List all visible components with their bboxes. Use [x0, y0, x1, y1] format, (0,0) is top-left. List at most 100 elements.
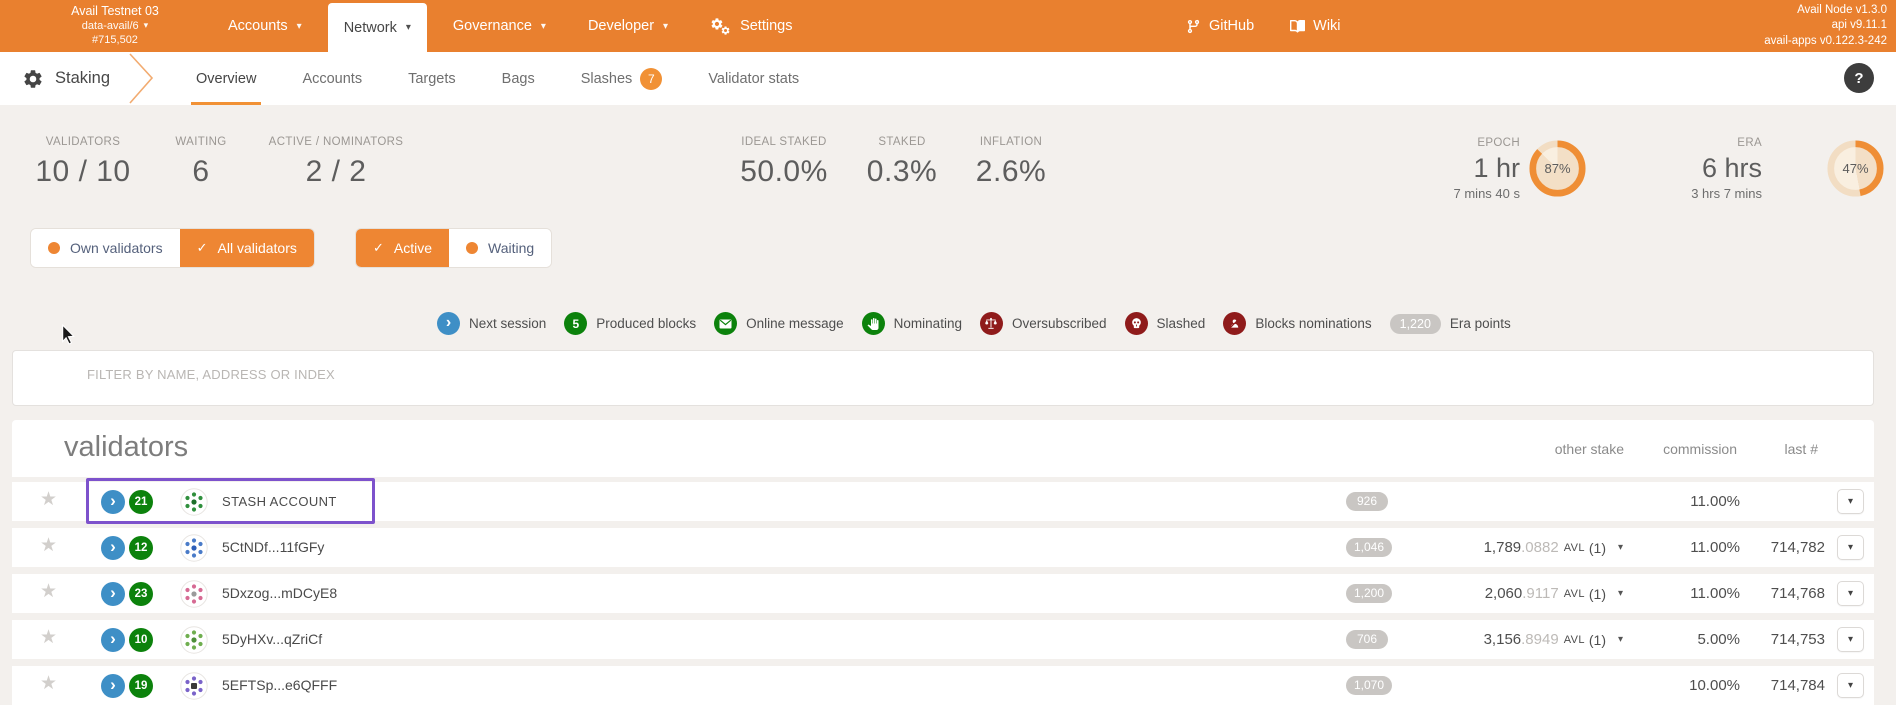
tab-slashes[interactable]: Slashes 7 [581, 52, 663, 105]
best-block-number: #715,502 [50, 33, 180, 47]
wiki-link[interactable]: Wiki [1290, 0, 1340, 52]
filter-input[interactable] [87, 361, 1787, 387]
expand-sessions-icon[interactable]: › [101, 490, 125, 514]
other-stake-value: 2,060.9117AVL(1)▾ [1485, 574, 1628, 613]
stake-expand-icon[interactable]: ▾ [1618, 542, 1628, 553]
toggle-waiting[interactable]: Waiting [449, 229, 551, 267]
expand-sessions-icon[interactable]: › [101, 628, 125, 652]
tab-accounts[interactable]: Accounts [302, 52, 362, 105]
block-count-icon: 5 [564, 312, 587, 335]
row-menu-button[interactable]: ▾ [1837, 489, 1864, 514]
validator-identicon[interactable] [180, 488, 208, 516]
tab-validator-stats[interactable]: Validator stats [708, 52, 799, 105]
legend-era-points: 1,220 Era points [1390, 314, 1511, 334]
column-last-block: last # [1785, 441, 1818, 457]
session-count-badge: 12 [129, 536, 153, 560]
commission-value: 5.00% [1630, 620, 1740, 659]
commission-value: 10.00% [1630, 666, 1740, 705]
validator-address: 5Dxzog...mDCyE8 [222, 574, 337, 613]
tab-bags[interactable]: Bags [502, 52, 535, 105]
stat-ideal-staked: IDEAL STAKED50.0% [740, 136, 828, 189]
era-progress-donut: 47% [1827, 140, 1884, 197]
row-menu-button[interactable]: ▾ [1837, 627, 1864, 652]
favorite-star-icon[interactable]: ★ [40, 674, 57, 693]
nav-developer[interactable]: Developer ▾ [572, 0, 684, 52]
github-link[interactable]: GitHub [1186, 0, 1254, 52]
validator-identicon[interactable] [180, 534, 208, 562]
nav-network[interactable]: Network ▾ [328, 3, 427, 52]
top-links: GitHub Wiki [1186, 0, 1341, 52]
person-slash-icon [1223, 312, 1246, 335]
other-stake-value: 1,789.0882AVL(1)▾ [1484, 528, 1628, 567]
session-count-badge: 23 [129, 582, 153, 606]
filter-card [12, 350, 1874, 406]
row-menu-button[interactable]: ▾ [1837, 581, 1864, 606]
validator-address: 5CtNDf...11fGFy [222, 528, 324, 567]
expand-sessions-icon[interactable]: › [101, 536, 125, 560]
nav-governance[interactable]: Governance ▾ [437, 0, 562, 52]
chevron-down-icon: ▾ [406, 22, 411, 33]
legend-oversubscribed: Oversubscribed [980, 312, 1107, 335]
status-legend: › Next session 5 Produced blocks Online … [437, 312, 1511, 335]
nav-settings[interactable]: Settings [694, 0, 808, 52]
stat-epoch: EPOCH 1 hr 7 mins 40 s [1380, 137, 1520, 202]
table-row: ★ › 12 5CtNDf...11fGFy 1,046 1,789.0882A… [12, 528, 1874, 567]
era-points-badge: 706 [1346, 630, 1388, 649]
legend-produced-blocks: 5 Produced blocks [564, 312, 696, 335]
chevron-down-icon: ▾ [297, 21, 302, 32]
toggle-own-validators[interactable]: Own validators [31, 229, 180, 267]
stat-inflation: INFLATION2.6% [976, 136, 1046, 189]
validator-address: 5DyHXv...qZriCf [222, 620, 322, 659]
expand-sessions-icon[interactable]: › [101, 582, 125, 606]
radio-dot-icon [48, 242, 60, 254]
validator-state-toggle: ✓ Active Waiting [355, 228, 552, 268]
other-stake-value: 3,156.8949AVL(1)▾ [1484, 620, 1628, 659]
breadcrumb-chevron-icon [128, 53, 156, 104]
mouse-cursor [60, 324, 77, 346]
other-stake-value [1597, 666, 1628, 705]
column-other-stake: other stake [1555, 441, 1624, 457]
legend-next-session: › Next session [437, 312, 546, 335]
validator-identicon[interactable] [180, 580, 208, 608]
validator-identicon[interactable] [180, 672, 208, 700]
stake-expand-icon[interactable]: ▾ [1618, 588, 1628, 599]
stat-staked: STAKED0.3% [867, 136, 937, 189]
git-branch-icon [1186, 19, 1201, 34]
tab-overview[interactable]: Overview [196, 52, 256, 105]
radio-dot-icon [466, 242, 478, 254]
row-menu-button[interactable]: ▾ [1837, 535, 1864, 560]
table-row: ★ › 19 5EFTSp...e6QFFF 1,070 10.00% 714,… [12, 666, 1874, 705]
tab-targets[interactable]: Targets [408, 52, 456, 105]
favorite-star-icon[interactable]: ★ [40, 628, 57, 647]
staking-gear-icon [22, 68, 44, 90]
hand-icon [862, 312, 885, 335]
envelope-icon [714, 312, 737, 335]
row-menu-button[interactable]: ▾ [1837, 673, 1864, 698]
chain-selector[interactable]: Avail Testnet 03 data-avail/6 ▾ #715,502 [50, 3, 180, 47]
toggle-all-validators[interactable]: ✓ All validators [180, 229, 314, 267]
toggle-active[interactable]: ✓ Active [356, 229, 449, 267]
stat-validators: VALIDATORS10 / 10 [35, 136, 130, 189]
table-row: ★ › 10 5DyHXv...qZriCf 706 3,156.8949AVL… [12, 620, 1874, 659]
app-title: Staking [22, 52, 110, 105]
expand-sessions-icon[interactable]: › [101, 674, 125, 698]
stake-expand-icon[interactable]: ▾ [1618, 634, 1628, 645]
top-bar: Avail Testnet 03 data-avail/6 ▾ #715,502… [0, 0, 1896, 52]
tabs: Overview Accounts Targets Bags Slashes 7… [196, 52, 799, 105]
session-count-badge: 10 [129, 628, 153, 652]
table-row: ★ › 21 STASH ACCOUNT 926 11.00% ▾ [12, 482, 1874, 521]
favorite-star-icon[interactable]: ★ [40, 582, 57, 601]
other-stake-value [1597, 482, 1628, 521]
gears-icon [710, 17, 731, 36]
check-icon: ✓ [373, 240, 384, 256]
help-button[interactable]: ? [1844, 63, 1874, 93]
chevron-down-icon: ▾ [541, 21, 546, 32]
nav-accounts[interactable]: Accounts ▾ [212, 0, 318, 52]
stat-era: ERA 6 hrs 3 hrs 7 mins [1622, 137, 1762, 202]
chevron-down-icon: ▾ [663, 21, 668, 32]
commission-value: 11.00% [1630, 528, 1740, 567]
favorite-star-icon[interactable]: ★ [40, 536, 57, 555]
legend-nominating: Nominating [862, 312, 962, 335]
favorite-star-icon[interactable]: ★ [40, 490, 57, 509]
validator-identicon[interactable] [180, 626, 208, 654]
